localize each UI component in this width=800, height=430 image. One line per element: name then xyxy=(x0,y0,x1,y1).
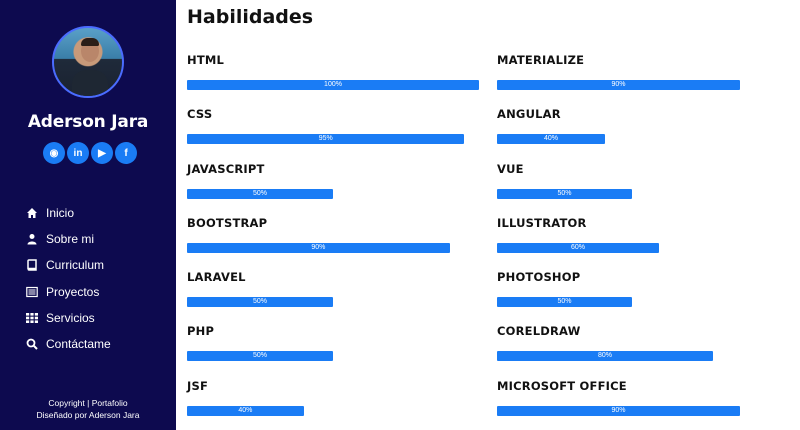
skill-item: PHOTOSHOP 50% xyxy=(497,268,800,322)
skill-name: JSF xyxy=(187,378,209,393)
progress-track: 100% xyxy=(187,80,479,90)
nav-item-proyectos[interactable]: Proyectos xyxy=(26,279,111,305)
skill-name: LARAVEL xyxy=(187,270,246,285)
progress-track: 40% xyxy=(187,405,479,416)
skill-item: JSF 40% xyxy=(187,377,479,430)
progress-track: 90% xyxy=(497,405,767,416)
skill-name: CSS xyxy=(187,107,213,122)
skills-column-right: MATERIALIZE 90% ANGULAR 40% VUE 50% ILLU… xyxy=(497,51,800,430)
designer-credit: Diseñado por Aderson Jara xyxy=(36,410,140,420)
skill-item: MATERIALIZE 90% xyxy=(497,51,800,105)
skill-name: MATERIALIZE xyxy=(497,53,585,67)
skill-item: ILLUSTRATOR 60% xyxy=(497,214,800,268)
skill-name: JAVASCRIPT xyxy=(187,161,265,176)
skill-item: VUE 50% xyxy=(497,160,800,214)
progress-bar: 40% xyxy=(187,405,304,416)
skill-name: CORELDRAW xyxy=(497,324,581,339)
skill-name: BOOTSTRAP xyxy=(187,215,268,230)
progress-bar: 90% xyxy=(187,242,450,253)
skill-item: CSS 95% xyxy=(187,105,479,159)
progress-track: 50% xyxy=(187,188,479,199)
progress-bar: 100% xyxy=(187,80,479,90)
progress-bar: 50% xyxy=(187,297,333,308)
skill-item: ANGULAR 40% xyxy=(497,105,800,159)
progress-bar: 90% xyxy=(497,80,740,90)
progress-track: 40% xyxy=(497,134,767,145)
skill-name: VUE xyxy=(497,161,524,176)
skill-item: HTML 100% xyxy=(187,51,479,105)
progress-track: 50% xyxy=(187,351,479,362)
skill-item: PHP 50% xyxy=(187,322,479,376)
user-icon xyxy=(26,233,38,245)
progress-bar: 60% xyxy=(497,242,659,253)
list-icon xyxy=(26,286,38,298)
facebook-icon[interactable]: f xyxy=(115,142,137,164)
nav-item-contactame[interactable]: Contáctame xyxy=(26,331,111,357)
nav-label: Proyectos xyxy=(46,284,100,299)
skill-item: CORELDRAW 80% xyxy=(497,322,800,376)
progress-bar: 90% xyxy=(497,405,740,416)
nav-item-sobre-mi[interactable]: Sobre mi xyxy=(26,226,111,252)
sidebar-nav: Inicio Sobre mi Curriculum Proyectos Ser… xyxy=(26,200,111,357)
skill-name: HTML xyxy=(187,53,225,67)
progress-track: 90% xyxy=(497,80,767,90)
skill-name: MICROSOFT OFFICE xyxy=(497,378,627,393)
skill-item: MICROSOFT OFFICE 90% xyxy=(497,377,800,430)
book-icon xyxy=(26,259,38,272)
linkedin-icon[interactable]: in xyxy=(67,142,89,164)
nav-label: Curriculum xyxy=(46,258,105,273)
avatar-shirt xyxy=(72,70,108,96)
nav-item-inicio[interactable]: Inicio xyxy=(26,200,111,226)
progress-track: 90% xyxy=(187,242,479,253)
skill-name: ILLUSTRATOR xyxy=(497,215,587,230)
progress-bar: 95% xyxy=(187,134,465,145)
skill-item: BOOTSTRAP 90% xyxy=(187,214,479,268)
progress-track: 80% xyxy=(497,351,767,362)
github-icon[interactable]: ◉ xyxy=(43,142,65,164)
skill-name: PHP xyxy=(187,324,215,339)
sidebar: Aderson Jara ◉ in ▶ f Inicio Sobre mi Cu… xyxy=(0,0,176,430)
progress-track: 50% xyxy=(497,188,767,199)
progress-track: 50% xyxy=(187,297,479,308)
skill-item: LARAVEL 50% xyxy=(187,268,479,322)
home-icon xyxy=(26,207,38,219)
progress-bar: 50% xyxy=(497,188,632,199)
page-title: Habilidades xyxy=(187,6,314,28)
progress-bar: 80% xyxy=(497,351,713,362)
sidebar-footer: Copyright | Portafolio Diseñado por Ader… xyxy=(0,397,176,421)
skill-name: ANGULAR xyxy=(497,107,561,122)
skill-name: PHOTOSHOP xyxy=(497,270,581,285)
youtube-icon[interactable]: ▶ xyxy=(91,142,113,164)
nav-label: Servicios xyxy=(46,310,95,325)
search-icon xyxy=(26,338,38,350)
progress-track: 95% xyxy=(187,134,479,145)
nav-label: Contáctame xyxy=(46,337,111,352)
progress-bar: 50% xyxy=(187,188,333,199)
skills-column-left: HTML 100% CSS 95% JAVASCRIPT 50% BOOTSTR… xyxy=(187,51,479,430)
main-content: Habilidades HTML 100% CSS 95% JAVASCRIPT… xyxy=(187,0,800,430)
grid-icon xyxy=(26,312,38,324)
nav-label: Inicio xyxy=(46,206,75,221)
skill-item: JAVASCRIPT 50% xyxy=(187,160,479,214)
progress-track: 50% xyxy=(497,297,767,308)
nav-item-curriculum[interactable]: Curriculum xyxy=(26,252,111,278)
progress-bar: 50% xyxy=(187,351,333,362)
avatar-hair xyxy=(81,38,99,46)
social-links: ◉ in ▶ f xyxy=(43,142,137,164)
avatar xyxy=(52,26,124,98)
nav-item-servicios[interactable]: Servicios xyxy=(26,305,111,331)
progress-bar: 50% xyxy=(497,297,632,308)
progress-bar: 40% xyxy=(497,134,605,145)
copyright-text: Copyright | Portafolio xyxy=(48,398,128,408)
nav-label: Sobre mi xyxy=(46,232,95,247)
progress-track: 60% xyxy=(497,242,767,253)
profile-name: Aderson Jara xyxy=(27,112,149,132)
